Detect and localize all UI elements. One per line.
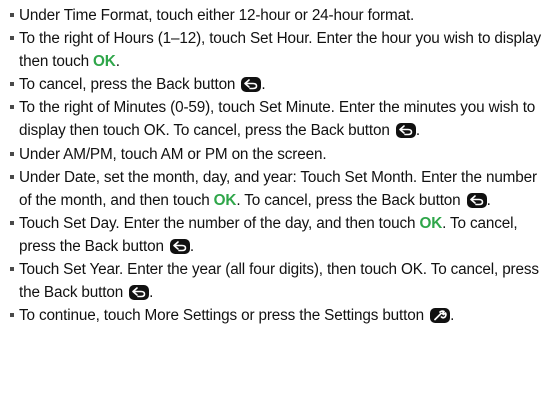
instructions-page: Under Time Format, touch either 12-hour …: [0, 0, 554, 409]
instruction-text: . To cancel, press the Back button: [236, 191, 465, 209]
settings-icon: [430, 308, 451, 324]
instruction-text: .: [149, 284, 154, 302]
instruction-item: Touch Set Day. Enter the number of the d…: [10, 212, 546, 258]
instruction-item: Under Time Format, touch either 12-hour …: [10, 4, 546, 27]
instruction-text: Touch Set Day. Enter the number of the d…: [19, 214, 420, 232]
back-icon: [129, 285, 150, 301]
instruction-list: Under Time Format, touch either 12-hour …: [10, 4, 546, 327]
ok-label: OK: [419, 214, 443, 232]
instruction-text: To continue, touch More Settings or pres…: [19, 307, 429, 325]
back-icon: [395, 123, 416, 139]
back-icon: [241, 77, 262, 93]
instruction-text: .: [261, 76, 266, 94]
ok-label: OK: [213, 191, 237, 209]
instruction-text: Under AM/PM, touch AM or PM on the scree…: [19, 145, 327, 163]
back-icon: [466, 192, 487, 208]
instruction-item: To cancel, press the Back button .: [10, 73, 546, 96]
instruction-item: Under Date, set the month, day, and year…: [10, 166, 546, 212]
instruction-item: To the right of Hours (1–12), touch Set …: [10, 27, 546, 73]
instruction-item: To continue, touch More Settings or pres…: [10, 304, 546, 327]
instruction-text: Touch Set Year. Enter the year (all four…: [19, 261, 539, 302]
instruction-text: Under Time Format, touch either 12-hour …: [19, 7, 415, 24]
instruction-text: To the right of Minutes (0-59), touch Se…: [19, 99, 536, 140]
instruction-item: Touch Set Year. Enter the year (all four…: [10, 258, 546, 304]
instruction-text: .: [450, 307, 455, 325]
instruction-text: .: [115, 53, 120, 71]
instruction-text: To cancel, press the Back button: [19, 76, 240, 94]
instruction-text: .: [189, 237, 195, 255]
back-icon: [169, 238, 190, 254]
instruction-item: Under AM/PM, touch AM or PM on the scree…: [10, 143, 546, 166]
ok-label: OK: [93, 53, 116, 71]
instruction-item: To the right of Minutes (0-59), touch Se…: [10, 96, 546, 142]
instruction-text: .: [486, 191, 491, 209]
instruction-text: .: [415, 122, 420, 140]
